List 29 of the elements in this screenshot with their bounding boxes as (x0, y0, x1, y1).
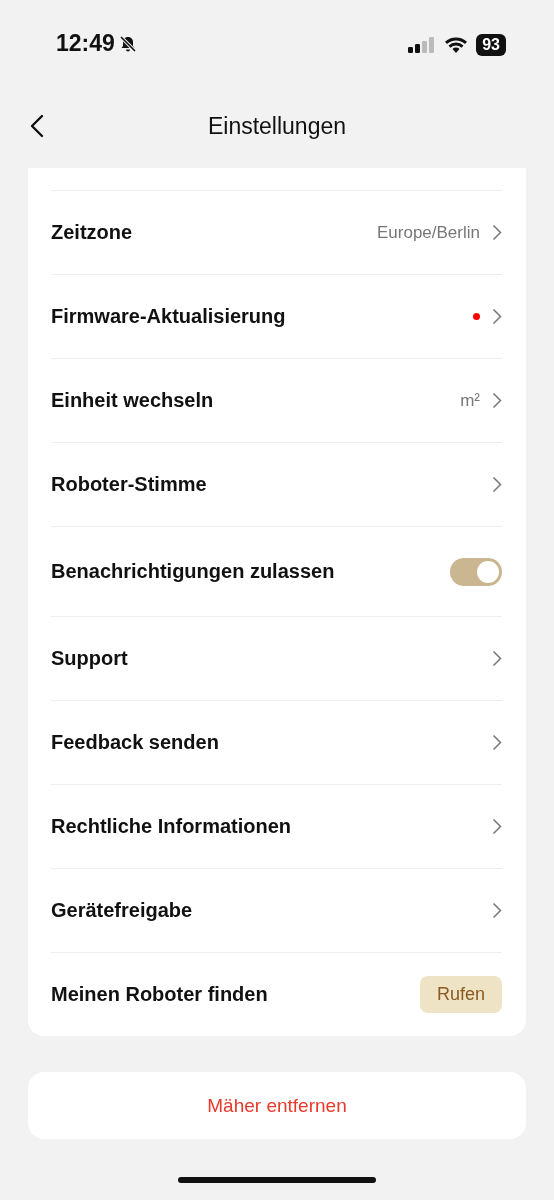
chevron-icon[interactable] (492, 734, 502, 751)
chevron-icon[interactable] (492, 224, 502, 241)
wifi-icon (444, 36, 469, 54)
toggle-switch[interactable] (450, 557, 502, 586)
chevron-icon[interactable] (492, 308, 502, 325)
muted-bell-icon (118, 34, 137, 53)
setting-label: Einheit wechseln (51, 389, 214, 412)
setting-value: Europe/Berlin (377, 222, 480, 243)
remove-button[interactable]: Mäher entfernen (28, 1072, 526, 1139)
setting-label: Meinen Roboter finden (51, 983, 268, 1006)
setting-label: Feedback senden (51, 731, 219, 754)
chevron-icon[interactable] (492, 818, 502, 835)
chevron-icon[interactable] (492, 650, 502, 667)
status-time: 12:49 (56, 30, 115, 57)
page-title: Einstellungen (207, 112, 347, 140)
setting-value: m² (460, 390, 480, 411)
setting-label: Zeitzone (51, 221, 133, 244)
setting-label: Rechtliche Informationen (51, 815, 292, 838)
chevron-icon[interactable] (492, 902, 502, 919)
setting-label: Gerätefreigabe (51, 899, 193, 922)
setting-label: Benachrichtigungen zulassen (51, 560, 335, 583)
setting-label: Firmware-Aktualisierung (51, 305, 286, 328)
setting-label: Support (51, 647, 128, 670)
call-button[interactable]: Rufen (419, 976, 502, 1013)
setting-label: Roboter-Stimme (51, 473, 207, 496)
chevron-icon[interactable] (492, 392, 502, 409)
chevron-icon[interactable] (492, 476, 502, 493)
signal-icon (408, 36, 437, 54)
battery-indicator: 93 (476, 34, 506, 56)
